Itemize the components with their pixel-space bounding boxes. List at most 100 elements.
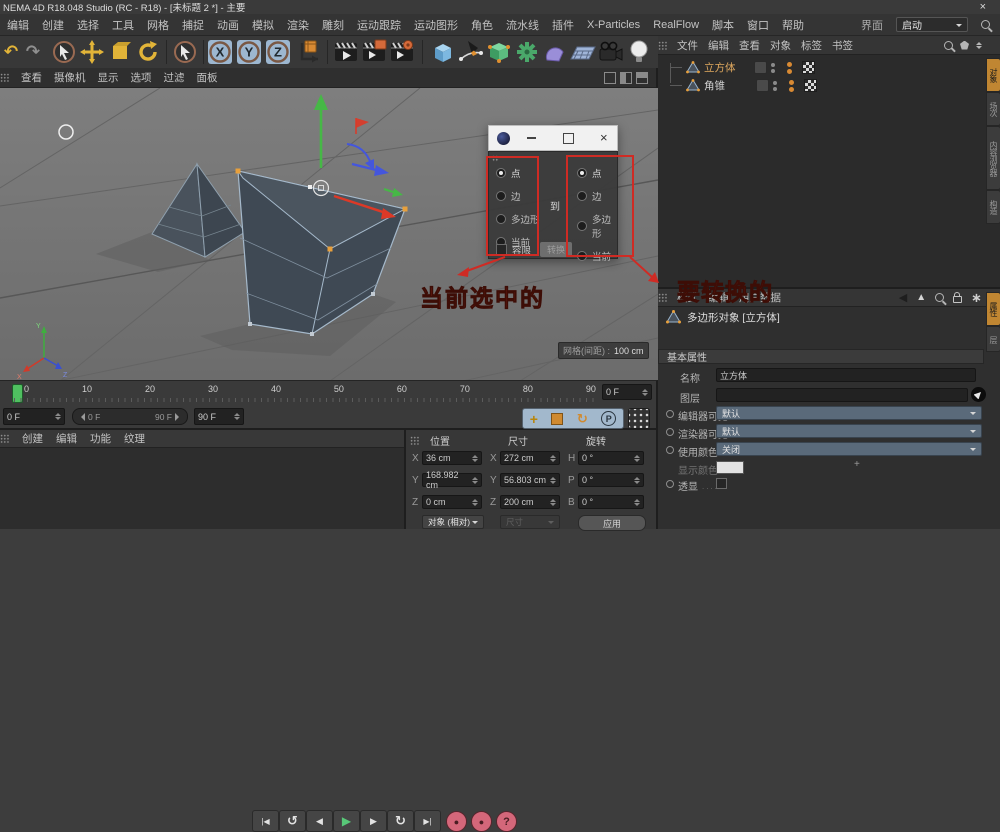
attr-search-icon[interactable] bbox=[935, 293, 944, 302]
rotate-tool[interactable] bbox=[134, 38, 162, 66]
radio-icon[interactable] bbox=[496, 168, 506, 178]
menu-render[interactable]: 渲染 bbox=[287, 17, 309, 33]
xray-checkbox[interactable] bbox=[716, 478, 727, 489]
target-option-point[interactable]: 点 bbox=[577, 166, 617, 180]
menu-mograph[interactable]: 运动图形 bbox=[414, 17, 458, 33]
material-menu-texture[interactable]: 纹理 bbox=[124, 431, 145, 446]
menu-xparticles[interactable]: X-Particles bbox=[587, 19, 640, 31]
dialog-close-icon[interactable]: × bbox=[600, 133, 608, 143]
add-spline-pen-button[interactable] bbox=[457, 38, 485, 66]
goto-start-button[interactable]: |◀ bbox=[252, 810, 279, 832]
spinner-icon[interactable] bbox=[632, 455, 640, 462]
live-selection-tool[interactable] bbox=[50, 38, 78, 66]
phong-tag-icon[interactable] bbox=[804, 79, 817, 92]
spinner-icon[interactable] bbox=[232, 413, 240, 420]
panel-dock-icon[interactable] bbox=[0, 73, 9, 82]
menu-plugins[interactable]: 插件 bbox=[552, 17, 574, 33]
frame-range-slider[interactable]: 0 F 90 F bbox=[72, 408, 188, 425]
menu-script[interactable]: 脚本 bbox=[712, 17, 734, 33]
lock-y-axis-button[interactable]: Y bbox=[237, 40, 261, 64]
target-option-edge[interactable]: 边 bbox=[577, 189, 617, 203]
radio-icon[interactable] bbox=[577, 168, 587, 178]
timeline-frame-box[interactable]: 0 F bbox=[602, 384, 652, 400]
source-option-edge[interactable]: 边 bbox=[496, 189, 540, 203]
lock-icon[interactable] bbox=[953, 296, 962, 303]
menu-tools[interactable]: 工具 bbox=[112, 17, 134, 33]
rot-p-field[interactable]: 0 ° bbox=[578, 473, 644, 487]
object-name[interactable]: 立方体 bbox=[704, 60, 736, 75]
minimize-icon[interactable] bbox=[527, 137, 536, 139]
add-cube-primitive-button[interactable] bbox=[429, 38, 457, 66]
om-menu-edit[interactable]: 编辑 bbox=[708, 38, 729, 53]
om-menu-tags[interactable]: 标签 bbox=[801, 38, 822, 53]
play-button[interactable]: ▶ bbox=[333, 810, 360, 832]
side-tab-attributes[interactable]: 属性 bbox=[986, 292, 1000, 326]
menu-simulate[interactable]: 模拟 bbox=[252, 17, 274, 33]
attr-menu-mode[interactable]: 模式 bbox=[677, 290, 698, 305]
history-back-icon[interactable]: ◀ bbox=[899, 291, 907, 304]
keyframe-dot-icon[interactable] bbox=[666, 428, 674, 436]
previous-frame-button[interactable]: ◀ bbox=[306, 810, 333, 832]
material-list-area[interactable] bbox=[0, 448, 404, 528]
render-settings-button[interactable] bbox=[388, 38, 416, 66]
menu-realflow[interactable]: RealFlow bbox=[653, 19, 699, 31]
pos-z-field[interactable]: 0 cm bbox=[422, 495, 482, 509]
menu-motion-tracker[interactable]: 运动跟踪 bbox=[357, 17, 401, 33]
render-view-button[interactable] bbox=[332, 38, 360, 66]
viewport-menu-cameras[interactable]: 摄像机 bbox=[54, 70, 86, 85]
spinner-icon[interactable] bbox=[632, 499, 640, 506]
keyframe-selection-button[interactable] bbox=[628, 408, 650, 429]
play-reverse-button[interactable]: ↺ bbox=[279, 810, 306, 832]
dialog-titlebar[interactable]: × bbox=[488, 125, 618, 151]
menu-edit[interactable]: 编辑 bbox=[7, 17, 29, 33]
menu-animate[interactable]: 动画 bbox=[217, 17, 239, 33]
autokey-button[interactable]: ● bbox=[471, 811, 492, 832]
radio-icon[interactable] bbox=[496, 191, 506, 201]
maximize-icon[interactable] bbox=[563, 133, 574, 144]
menu-select[interactable]: 选择 bbox=[77, 17, 99, 33]
spinner-icon[interactable] bbox=[548, 499, 556, 506]
key-parameter-toggle[interactable]: P bbox=[601, 411, 616, 426]
polygon-object-icon[interactable] bbox=[686, 61, 700, 74]
visibility-dots-icon[interactable] bbox=[773, 81, 777, 91]
spinner-icon[interactable] bbox=[53, 413, 61, 420]
add-deformer-button[interactable] bbox=[513, 38, 541, 66]
redo-icon[interactable]: ↷ bbox=[22, 38, 44, 66]
rot-b-field[interactable]: 0 ° bbox=[578, 495, 644, 509]
visibility-dots-icon[interactable] bbox=[771, 63, 775, 73]
rot-h-field[interactable]: 0 ° bbox=[578, 451, 644, 465]
gizmo-center-handle[interactable] bbox=[314, 181, 329, 196]
radio-icon[interactable] bbox=[577, 251, 587, 261]
om-menu-objects[interactable]: 对象 bbox=[770, 38, 791, 53]
keyframe-dot-icon[interactable] bbox=[666, 446, 674, 454]
key-rotation-toggle[interactable]: ↻ bbox=[577, 411, 588, 427]
om-menu-view[interactable]: 查看 bbox=[739, 38, 760, 53]
panel-dock-icon[interactable] bbox=[658, 41, 667, 50]
spinner-icon[interactable] bbox=[640, 389, 648, 396]
spinner-icon[interactable] bbox=[548, 477, 556, 484]
convert-button[interactable]: 转换 bbox=[540, 242, 572, 257]
lock-x-axis-button[interactable]: X bbox=[208, 40, 232, 64]
lock-z-axis-button[interactable]: Z bbox=[266, 40, 290, 64]
coordinate-system-button[interactable] bbox=[295, 38, 323, 66]
side-tab-layers[interactable]: 层 bbox=[986, 326, 1000, 352]
target-option-current[interactable]: 当前 bbox=[577, 249, 617, 263]
layer-chip-icon[interactable] bbox=[754, 61, 767, 74]
source-option-polygon[interactable]: 多边形 bbox=[496, 212, 540, 226]
coordinate-mode-dropdown[interactable]: 对象 (相对) bbox=[422, 515, 484, 529]
add-camera-button[interactable] bbox=[597, 38, 625, 66]
editor-visible-dropdown[interactable]: 默认 bbox=[716, 406, 982, 420]
side-tab-structure[interactable]: 构造 bbox=[986, 190, 1000, 224]
material-menu-function[interactable]: 功能 bbox=[90, 431, 111, 446]
range-left-arrow-icon[interactable] bbox=[77, 413, 85, 421]
end-frame-field[interactable]: 90 F bbox=[194, 408, 244, 425]
menu-window[interactable]: 窗口 bbox=[747, 17, 769, 33]
viewport-menu-panel[interactable]: 面板 bbox=[197, 70, 218, 85]
range-right-arrow-icon[interactable] bbox=[175, 413, 183, 421]
timeline-ruler[interactable]: 0 10 20 30 40 50 60 70 80 90 0 F bbox=[0, 380, 658, 404]
spinner-icon[interactable] bbox=[548, 455, 556, 462]
menu-snap[interactable]: 捕捉 bbox=[182, 17, 204, 33]
pos-x-field[interactable]: 36 cm bbox=[422, 451, 482, 465]
phong-tag-icon[interactable] bbox=[802, 61, 815, 74]
settings-gear-icon[interactable]: ∗ bbox=[971, 290, 982, 306]
